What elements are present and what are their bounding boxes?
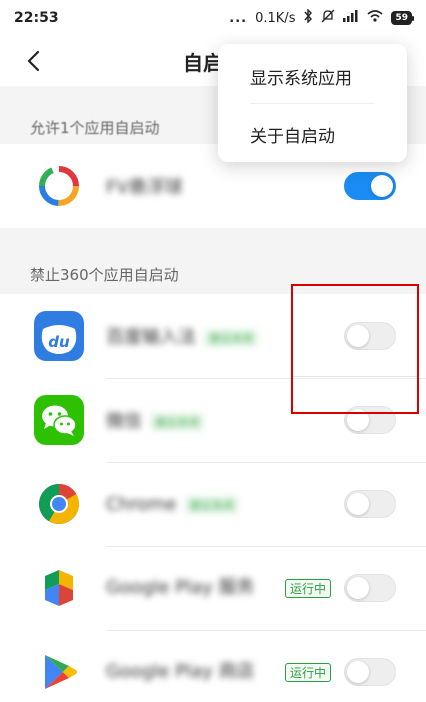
autostart-toggle[interactable]: [344, 490, 396, 518]
suggest-tag: 建议关闭: [150, 413, 204, 431]
autostart-toggle[interactable]: [344, 574, 396, 602]
list-item[interactable]: Google Play 商店 运行中: [0, 630, 426, 702]
status-dots: ...: [229, 10, 248, 26]
highlight-box: [291, 284, 419, 414]
toggle-knob: [347, 493, 369, 515]
menu-divider: [250, 103, 375, 104]
battery-icon: 59: [391, 11, 414, 25]
play-store-icon: [34, 647, 84, 697]
toggle-knob: [371, 175, 393, 197]
running-badge: 运行中: [284, 662, 331, 682]
network-speed: 0.1K/s: [255, 10, 296, 26]
back-button[interactable]: [18, 46, 48, 76]
wifi-icon: [367, 10, 383, 26]
app-name: Google Play 服务: [106, 577, 255, 598]
svg-text:du: du: [48, 333, 70, 351]
mute-icon: [321, 9, 335, 27]
play-services-icon: [34, 563, 84, 613]
battery-level: 59: [395, 13, 408, 23]
blocked-section-label: 禁止360个应用自启动: [30, 266, 179, 284]
wechat-icon: [34, 395, 84, 445]
app-name: Chrome 建议关闭: [106, 494, 239, 515]
app-name: FV悬浮球: [106, 177, 183, 198]
running-badge: 运行中: [284, 578, 331, 598]
status-right: ... 0.1K/s 59: [229, 8, 414, 27]
status-time: 22:53: [14, 10, 59, 26]
toggle-knob: [347, 661, 369, 683]
bluetooth-icon: [303, 8, 313, 27]
menu-item-about-autostart[interactable]: 关于自启动: [250, 122, 335, 147]
toggle-knob: [347, 577, 369, 599]
fv-ring-icon: [34, 161, 84, 211]
baidu-du-icon: du: [34, 311, 84, 361]
autostart-toggle[interactable]: [344, 172, 396, 200]
app-name: Google Play 商店: [106, 661, 255, 682]
suggest-tag: 建议关闭: [204, 329, 258, 347]
list-item[interactable]: Chrome 建议关闭: [0, 462, 426, 546]
app-name: 微信 建议关闭: [106, 407, 204, 433]
overflow-menu: 显示系统应用 关于自启动: [218, 44, 407, 162]
status-bar: 22:53 ... 0.1K/s 59: [0, 0, 426, 36]
chevron-left-icon: [27, 50, 40, 72]
chrome-icon: [34, 479, 84, 529]
allowed-section-label: 允许1个应用自启动: [30, 119, 160, 137]
suggest-tag: 建议关闭: [184, 495, 239, 514]
list-item[interactable]: Google Play 服务 运行中: [0, 546, 426, 630]
signal-icon: [343, 10, 359, 26]
autostart-toggle[interactable]: [344, 658, 396, 686]
menu-item-show-system-apps[interactable]: 显示系统应用: [250, 64, 352, 89]
app-name: 百度输入法 建议关闭: [106, 323, 258, 349]
